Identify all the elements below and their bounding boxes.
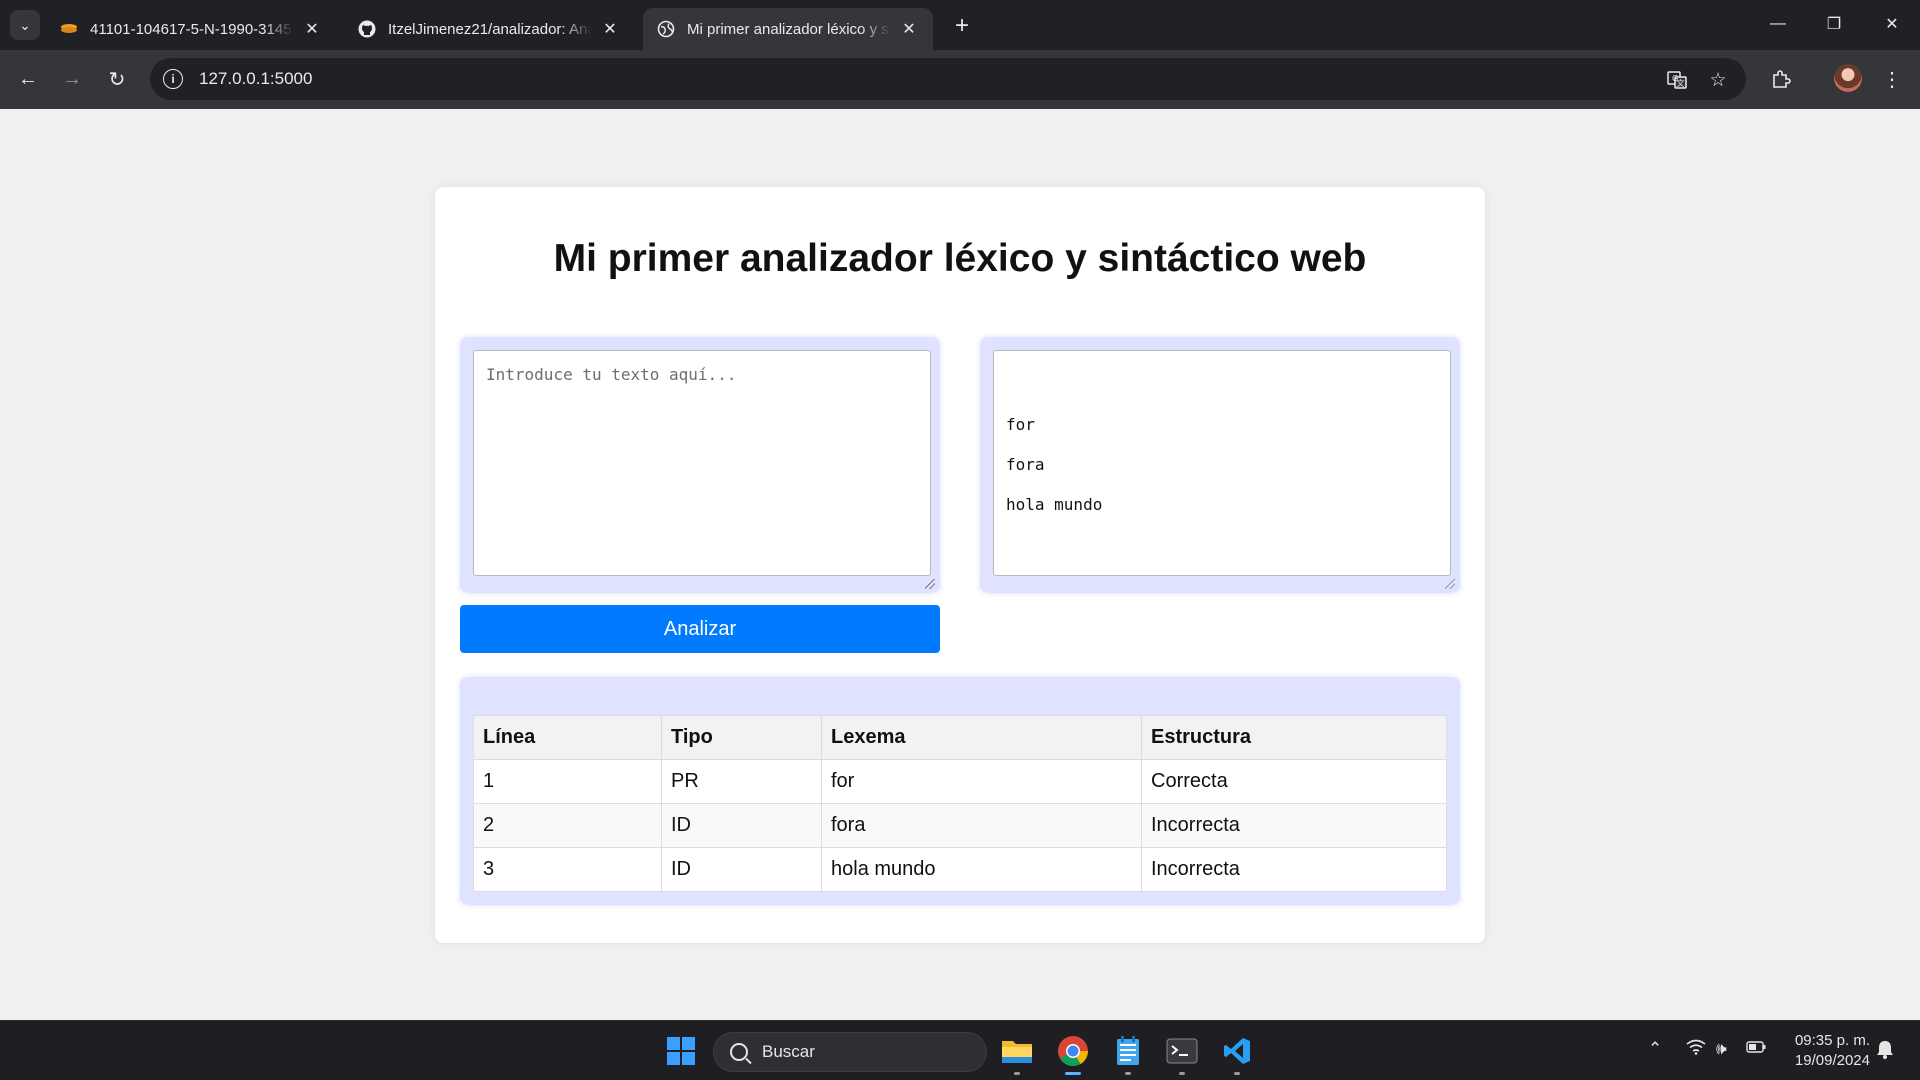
table-row: 1 PR for Correcta xyxy=(473,759,1447,804)
system-clock[interactable]: 09:35 p. m. 19/09/2024 xyxy=(1780,1031,1870,1071)
output-panel: for fora hola mundo xyxy=(980,337,1460,593)
running-indicator xyxy=(1065,1072,1081,1075)
cell-estructura: Incorrecta xyxy=(1141,803,1447,848)
browser-toolbar: ← → ↻ i 127.0.0.1:5000 文G ☆ ⋮ xyxy=(0,50,1920,109)
resize-handle-icon[interactable] xyxy=(1445,579,1455,589)
chrome-icon[interactable] xyxy=(1053,1031,1093,1075)
tab-search-button[interactable]: ⌄ xyxy=(10,10,40,40)
terminal-icon[interactable] xyxy=(1162,1031,1202,1075)
analyzer-card: Mi primer analizador léxico y sintáctico… xyxy=(435,187,1485,943)
close-icon[interactable]: ✕ xyxy=(600,19,620,39)
reload-button[interactable]: ↻ xyxy=(101,63,133,95)
results-table: Línea Tipo Lexema Estructura 1 PR for Co… xyxy=(473,715,1447,892)
minimize-button[interactable]: — xyxy=(1758,8,1798,40)
restore-button[interactable]: ❐ xyxy=(1814,8,1854,40)
browser-tab-bar: ⌄ 41101-104617-5-N-1990-31452 ✕ ItzelJim… xyxy=(0,0,1920,50)
translate-icon[interactable]: 文G xyxy=(1666,69,1688,91)
vscode-icon[interactable] xyxy=(1217,1031,1257,1075)
back-button[interactable]: ← xyxy=(12,63,44,95)
file-explorer-icon[interactable] xyxy=(997,1031,1037,1075)
search-label: Buscar xyxy=(762,1042,815,1061)
tab-github[interactable]: ItzelJimenez21/analizador: Anal ✕ xyxy=(344,8,634,50)
analyze-button[interactable]: Analizar xyxy=(460,605,940,653)
cell-lexema: fora xyxy=(821,803,1142,848)
url-text: 127.0.0.1:5000 xyxy=(199,69,313,88)
cell-tipo: ID xyxy=(661,847,822,892)
close-window-button[interactable]: ✕ xyxy=(1872,8,1912,40)
table-header-row: Línea Tipo Lexema Estructura xyxy=(473,715,1447,760)
header-linea: Línea xyxy=(473,715,662,760)
tab-title: Mi primer analizador léxico y sintáctico… xyxy=(687,20,891,38)
header-tipo: Tipo xyxy=(661,715,822,760)
taskbar-search-box[interactable]: Buscar xyxy=(713,1032,987,1072)
clock-date: 19/09/2024 xyxy=(1794,1052,1870,1069)
running-indicator xyxy=(1014,1072,1020,1075)
volume-icon[interactable]: 🕪 xyxy=(1716,1039,1727,1059)
site-info-icon[interactable]: i xyxy=(163,69,183,89)
github-icon xyxy=(358,20,376,38)
new-tab-button[interactable]: + xyxy=(948,12,976,40)
table-row: 3 ID hola mundo Incorrecta xyxy=(473,847,1447,892)
cell-tipo: PR xyxy=(661,759,822,804)
close-icon[interactable]: ✕ xyxy=(899,19,919,39)
cell-tipo: ID xyxy=(661,803,822,848)
output-line: hola mundo xyxy=(1006,495,1103,514)
cell-estructura: Incorrecta xyxy=(1141,847,1447,892)
table-row: 2 ID fora Incorrecta xyxy=(473,803,1447,848)
cell-linea: 3 xyxy=(473,847,662,892)
svg-text:G: G xyxy=(1672,74,1678,83)
cell-linea: 2 xyxy=(473,803,662,848)
running-indicator xyxy=(1234,1072,1240,1075)
stack-icon xyxy=(60,20,78,38)
page-title: Mi primer analizador léxico y sintáctico… xyxy=(553,237,1367,280)
tab-pdf[interactable]: 41101-104617-5-N-1990-31452 ✕ xyxy=(46,8,336,50)
running-indicator xyxy=(1125,1072,1131,1075)
clock-time: 09:35 p. m. xyxy=(1794,1032,1870,1049)
extensions-icon[interactable] xyxy=(1765,63,1797,95)
forward-button[interactable]: → xyxy=(56,63,88,95)
resize-handle-icon[interactable] xyxy=(925,579,935,589)
cell-lexema: hola mundo xyxy=(821,847,1142,892)
tab-analizador[interactable]: Mi primer analizador léxico y sintáctico… xyxy=(643,8,933,50)
notepad-icon[interactable] xyxy=(1108,1031,1148,1075)
close-icon[interactable]: ✕ xyxy=(302,19,322,39)
cell-estructura: Correcta xyxy=(1141,759,1447,804)
tab-title: 41101-104617-5-N-1990-31452 xyxy=(90,20,294,38)
windows-taskbar: Buscar ⌃ 🕪 09:35 p. m. 19/09/2024 xyxy=(0,1020,1920,1080)
battery-icon[interactable] xyxy=(1746,1039,1766,1059)
tab-title: ItzelJimenez21/analizador: Anal xyxy=(388,20,592,38)
results-panel: Línea Tipo Lexema Estructura 1 PR for Co… xyxy=(460,677,1460,905)
address-bar[interactable]: i 127.0.0.1:5000 文G ☆ xyxy=(150,58,1746,100)
cell-linea: 1 xyxy=(473,759,662,804)
cell-lexema: for xyxy=(821,759,1142,804)
globe-icon xyxy=(657,20,675,38)
menu-dots-icon[interactable]: ⋮ xyxy=(1876,63,1908,95)
source-text-input[interactable] xyxy=(473,350,931,576)
running-indicator xyxy=(1179,1072,1185,1075)
wifi-icon[interactable] xyxy=(1686,1039,1706,1060)
header-estructura: Estructura xyxy=(1141,715,1447,760)
notification-bell-icon[interactable] xyxy=(1876,1039,1894,1064)
bookmark-star-icon[interactable]: ☆ xyxy=(1707,69,1729,91)
output-line: fora xyxy=(1006,455,1045,474)
search-icon xyxy=(730,1043,748,1061)
header-lexema: Lexema xyxy=(821,715,1142,760)
output-text-area[interactable]: for fora hola mundo xyxy=(993,350,1451,576)
chevron-up-icon[interactable]: ⌃ xyxy=(1648,1039,1662,1059)
output-line: for xyxy=(1006,415,1035,434)
windows-start-icon[interactable] xyxy=(661,1031,701,1071)
profile-avatar[interactable] xyxy=(1834,64,1862,92)
input-panel xyxy=(460,337,940,593)
